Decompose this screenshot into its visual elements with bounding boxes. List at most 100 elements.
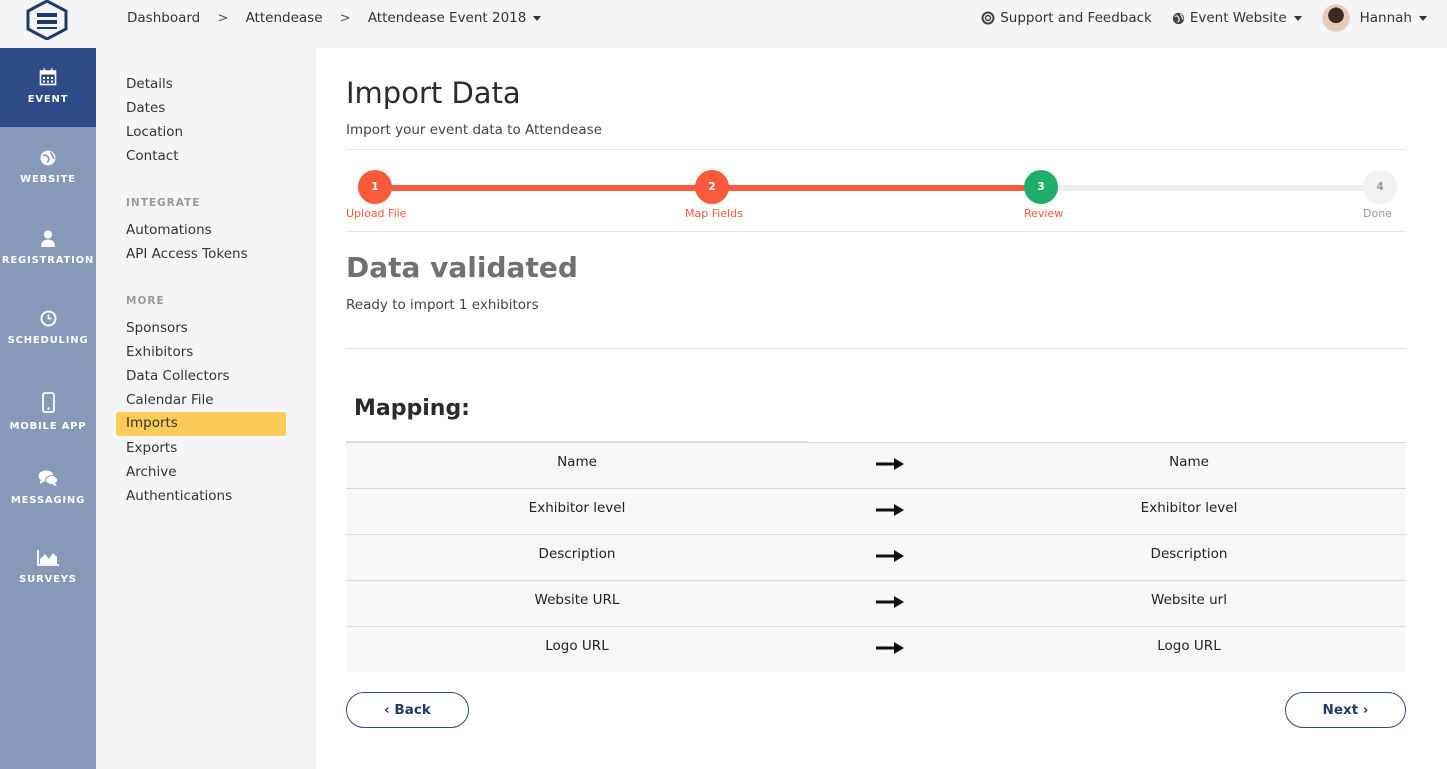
subnav-heading-more: MORE <box>126 295 165 307</box>
subnav-item-location[interactable]: Location <box>126 124 183 140</box>
breadcrumb-dashboard[interactable]: Dashboard <box>127 10 200 26</box>
target-field: Exhibitor level <box>1140 500 1238 516</box>
breadcrumb-event[interactable]: Attendease Event 2018 <box>368 10 542 26</box>
next-button[interactable]: Next › <box>1285 692 1406 728</box>
breadcrumb-event-label: Attendease Event 2018 <box>367 10 527 26</box>
target-field: Website url <box>1151 592 1227 608</box>
subnav-item-exports[interactable]: Exports <box>126 440 177 456</box>
calendar-icon <box>39 68 57 86</box>
user-menu[interactable]: Hannah <box>1321 4 1427 32</box>
rail-item-event[interactable]: EVENT <box>0 48 96 127</box>
step-3-label: Review <box>1024 207 1064 220</box>
subnav-item-sponsors[interactable]: Sponsors <box>126 320 188 336</box>
breadcrumb: Dashboard > Attendease > Attendease Even… <box>127 10 542 26</box>
import-stepper: 1 Upload File 2 Map Fields 3 Review 4 Do… <box>346 170 1406 220</box>
subnav-heading-integrate: INTEGRATE <box>126 197 201 209</box>
table-row: Website URL Website url <box>346 580 1406 626</box>
step-4-circle: 4 <box>1363 170 1397 204</box>
subnav-item-details[interactable]: Details <box>126 76 173 92</box>
mapping-table: Name Name Exhibitor level Exhibitor leve… <box>346 442 1406 672</box>
divider <box>346 348 1406 349</box>
rail-item-registration[interactable]: REGISTRATION <box>0 230 96 266</box>
rail-item-label: WEBSITE <box>20 174 76 185</box>
step-1-label: Upload File <box>346 207 407 220</box>
event-website-label: Event Website <box>1189 10 1287 26</box>
target-field: Description <box>1150 546 1228 562</box>
chevron-down-icon <box>1419 15 1427 21</box>
rail-item-scheduling[interactable]: SCHEDULING <box>0 310 96 346</box>
status-title: Data validated <box>346 251 578 284</box>
back-button[interactable]: ‹ Back <box>346 692 469 728</box>
target-field: Name <box>1169 454 1209 470</box>
divider <box>346 231 1406 232</box>
stepper-remaining-track <box>1041 185 1381 191</box>
step-4-label: Done <box>1363 207 1392 220</box>
step-3-circle: 3 <box>1024 170 1058 204</box>
subnav-item-contact[interactable]: Contact <box>126 148 179 164</box>
rail-item-label: SURVEYS <box>19 574 77 585</box>
avatar <box>1321 4 1350 32</box>
arrow-right-icon <box>876 642 904 654</box>
subnav-item-authentications[interactable]: Authentications <box>126 488 232 504</box>
source-field: Website URL <box>534 592 620 608</box>
rail-item-label: MESSAGING <box>10 495 86 506</box>
support-feedback-label: Support and Feedback <box>1000 10 1152 26</box>
rail-item-label: EVENT <box>27 94 69 105</box>
source-field: Description <box>538 546 616 562</box>
source-field: Exhibitor level <box>528 500 626 516</box>
subnav-item-archive[interactable]: Archive <box>126 464 177 480</box>
subnav-item-calendar-file[interactable]: Calendar File <box>126 392 214 408</box>
phone-icon <box>41 392 55 413</box>
rail-item-messaging[interactable]: MESSAGING <box>0 470 96 506</box>
breadcrumb-separator: > <box>217 10 229 26</box>
rail-item-surveys[interactable]: SURVEYS <box>0 550 96 585</box>
table-row: Logo URL Logo URL <box>346 626 1406 672</box>
globe-icon <box>40 150 56 166</box>
arrow-right-icon <box>876 550 904 562</box>
globe-icon <box>1172 12 1184 24</box>
source-field: Logo URL <box>545 638 609 654</box>
event-subnav: Details Dates Location Contact INTEGRATE… <box>96 48 316 769</box>
support-feedback-link[interactable]: Support and Feedback <box>981 10 1152 26</box>
subnav-item-exhibitors[interactable]: Exhibitors <box>126 344 193 360</box>
source-field: Name <box>557 454 597 470</box>
step-2-label: Map Fields <box>685 207 743 220</box>
top-bar: Dashboard > Attendease > Attendease Even… <box>0 0 1447 48</box>
rail-item-label: SCHEDULING <box>7 335 89 346</box>
table-row: Exhibitor level Exhibitor level <box>346 488 1406 534</box>
module-rail: EVENT WEBSITE REGISTRATION SCHEDULING MO… <box>0 48 96 769</box>
user-name: Hannah <box>1359 10 1412 26</box>
arrow-right-icon <box>876 596 904 608</box>
subnav-item-dates[interactable]: Dates <box>126 100 165 116</box>
rail-item-label: REGISTRATION <box>1 255 95 266</box>
target-field: Logo URL <box>1157 638 1221 654</box>
breadcrumb-separator: > <box>339 10 351 26</box>
clock-icon <box>40 310 56 327</box>
event-website-dropdown[interactable]: Event Website <box>1172 10 1302 26</box>
breadcrumb-attendease[interactable]: Attendease <box>246 10 323 26</box>
user-icon <box>41 230 55 247</box>
rail-item-mobile-app[interactable]: MOBILE APP <box>0 392 96 432</box>
mapping-title: Mapping: <box>354 396 470 421</box>
subnav-item-automations[interactable]: Automations <box>126 222 212 238</box>
top-right-menu: Support and Feedback Event Website Hanna… <box>961 0 1447 36</box>
page-subtitle: Import your event data to Attendease <box>346 122 602 138</box>
arrow-right-icon <box>876 504 904 516</box>
divider <box>346 149 1406 150</box>
subnav-item-data-collectors[interactable]: Data Collectors <box>126 368 230 384</box>
rail-item-website[interactable]: WEBSITE <box>0 150 96 185</box>
chevron-down-icon <box>533 15 542 21</box>
table-row: Description Description <box>346 534 1406 580</box>
table-row: Name Name <box>346 442 1406 488</box>
status-text: Ready to import 1 exhibitors <box>346 297 539 313</box>
step-2-circle: 2 <box>695 170 729 204</box>
page-title: Import Data <box>346 76 521 110</box>
subnav-item-api-access-tokens[interactable]: API Access Tokens <box>126 246 248 262</box>
chat-icon <box>38 470 58 487</box>
lifebuoy-icon <box>981 11 995 25</box>
chevron-down-icon <box>1293 15 1302 21</box>
subnav-item-imports[interactable]: Imports <box>116 412 286 436</box>
chart-icon <box>37 550 59 566</box>
step-1-circle: 1 <box>358 170 392 204</box>
attendease-logo[interactable] <box>24 0 70 40</box>
